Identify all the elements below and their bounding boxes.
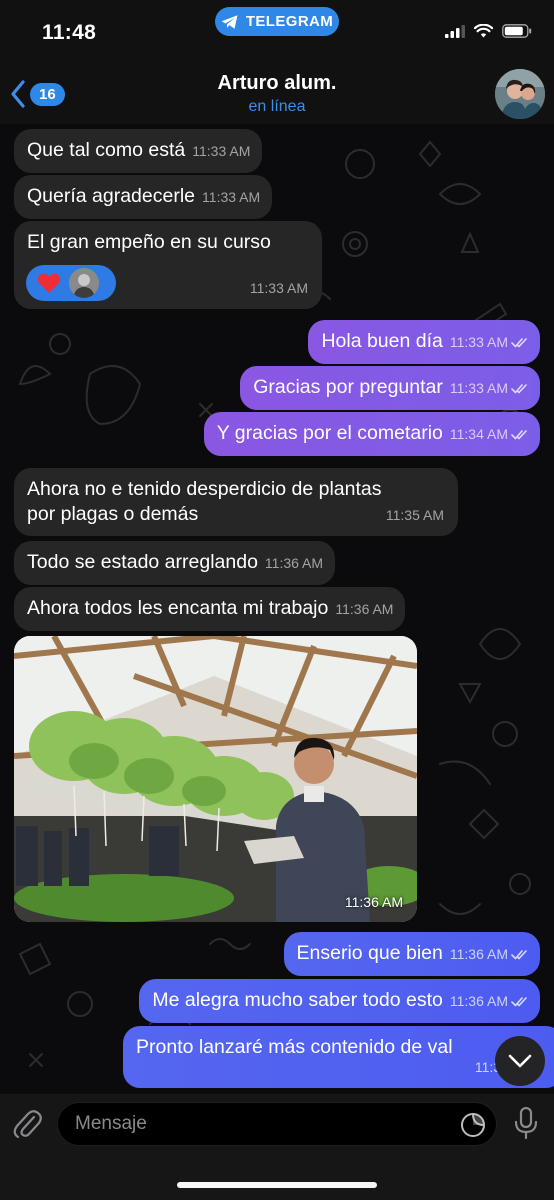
message-incoming[interactable]: Quería agradecerle 11:33 AM: [14, 175, 273, 219]
microphone-icon: [514, 1106, 538, 1140]
heart-icon: [37, 273, 61, 293]
message-incoming[interactable]: Todo se estado arreglando 11:36 AM: [14, 541, 336, 585]
message-text: Que tal como está: [27, 139, 186, 161]
sticker-icon: [461, 1113, 485, 1137]
message-text: Todo se estado arreglando: [27, 551, 258, 573]
chat-status: en línea: [248, 98, 306, 115]
message-outgoing[interactable]: Hola buen día 11:33 AM: [308, 320, 540, 364]
message-text: Pronto lanzaré más contenido de val: [136, 1036, 453, 1058]
home-indicator[interactable]: [177, 1182, 377, 1188]
message-field[interactable]: [57, 1102, 497, 1146]
message-text: Quería agradecerle: [27, 185, 196, 207]
message-outgoing[interactable]: Pronto lanzaré más contenido de val 11:3…: [123, 1026, 554, 1088]
paperclip-icon: [13, 1110, 42, 1139]
photo-time: 11:36 AM: [344, 894, 403, 910]
avatar[interactable]: [495, 69, 545, 119]
message-text: Hola buen día: [321, 330, 443, 352]
chevron-down-icon: [508, 1054, 532, 1068]
message-text: Gracias por preguntar: [253, 376, 443, 398]
message-input-bar: [0, 1094, 554, 1200]
message-text: Enserio que bien: [296, 942, 443, 964]
message-text-line2: por plagas o demás: [27, 503, 199, 525]
chat-header: 16 Arturo alum. en línea: [0, 64, 554, 124]
message-time: 11:33 AM: [202, 189, 261, 205]
telegram-icon: [221, 14, 238, 29]
message-time: 11:34 AM: [449, 426, 508, 442]
message-time: 11:36 AM: [449, 946, 508, 962]
wifi-icon: [474, 24, 493, 38]
photo-message[interactable]: 11:36 AM: [14, 636, 417, 922]
message-time: 11:36 AM: [449, 993, 508, 1009]
voice-record-button[interactable]: [514, 1106, 538, 1144]
status-time: 11:48: [42, 21, 97, 44]
double-check-icon: [511, 384, 527, 394]
system-icons: [445, 24, 532, 38]
message-time: 11:36 AM: [264, 555, 324, 571]
message-outgoing[interactable]: Me alegra mucho saber todo esto 11:36 AM: [139, 979, 540, 1023]
telegram-return-pill[interactable]: TELEGRAM: [215, 7, 339, 36]
message-time: 11:33 AM: [249, 280, 308, 296]
double-check-icon: [511, 338, 527, 348]
scroll-to-bottom-button[interactable]: [495, 1036, 545, 1086]
double-check-icon: [511, 430, 527, 440]
message-text: Y gracias por el cometario: [216, 422, 443, 444]
chat-area[interactable]: Que tal como está 11:33 AM Quería agradec…: [0, 124, 554, 1094]
message-incoming[interactable]: Ahora todos les encanta mi trabajo 11:36 …: [14, 587, 406, 631]
reaction-avatar: [69, 268, 99, 298]
chat-title[interactable]: Arturo alum.: [0, 72, 554, 95]
message-text: Ahora todos les encanta mi trabajo: [27, 597, 329, 619]
photo-greenhouse: [14, 636, 417, 922]
telegram-pill-label: TELEGRAM: [245, 13, 334, 30]
message-text: El gran empeño en su curso: [27, 231, 271, 253]
battery-icon: [502, 24, 532, 38]
message-incoming[interactable]: El gran empeño en su curso 11:33 AM: [14, 221, 322, 309]
message-outgoing[interactable]: Gracias por preguntar 11:33 AM: [240, 366, 540, 410]
status-bar: 11:48 TELEGRAM: [0, 0, 554, 64]
message-time: 11:33 AM: [449, 334, 508, 350]
double-check-icon: [511, 950, 527, 960]
message-incoming[interactable]: Que tal como está 11:33 AM: [14, 129, 263, 173]
message-time: 11:36 AM: [335, 601, 394, 617]
message-text: Me alegra mucho saber todo esto: [152, 989, 443, 1011]
double-check-icon: [511, 997, 527, 1007]
message-time: 11:35 AM: [385, 507, 444, 523]
message-time: 11:33 AM: [449, 380, 508, 396]
message-incoming[interactable]: Ahora no e tenido desperdicio de plantas…: [14, 468, 458, 536]
attach-button[interactable]: [12, 1107, 42, 1146]
message-time: 11:33 AM: [192, 143, 251, 159]
sticker-button[interactable]: [460, 1112, 486, 1143]
message-text: Ahora no e tenido desperdicio de plantas: [27, 478, 382, 500]
message-input[interactable]: [58, 1103, 496, 1145]
reaction-pill[interactable]: [26, 265, 116, 301]
message-outgoing[interactable]: Enserio que bien 11:36 AM: [283, 932, 540, 976]
signal-icon: [445, 24, 465, 38]
message-outgoing[interactable]: Y gracias por el cometario 11:34 AM: [203, 412, 540, 456]
